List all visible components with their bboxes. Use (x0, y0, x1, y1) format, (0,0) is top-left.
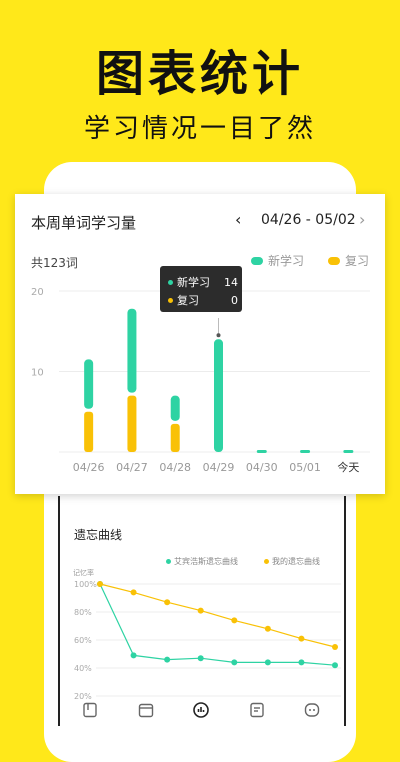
bar-empty[interactable] (343, 450, 354, 453)
calendar-icon[interactable] (138, 702, 154, 718)
tooltip-row-new: 新学习 14 (168, 274, 238, 290)
bar-new[interactable] (84, 359, 94, 409)
y-tick-label: 10 (31, 368, 44, 379)
curve-point (231, 659, 238, 666)
x-tick-label: 04/30 (246, 461, 278, 474)
curve-point (97, 581, 103, 587)
curve-point (130, 589, 137, 596)
curve-y-tick: 80% (74, 608, 92, 617)
curve-point (298, 659, 305, 666)
tooltip-row-review: 复习 0 (168, 292, 238, 308)
x-tick-label: 04/27 (116, 461, 148, 474)
curve-point (164, 599, 171, 606)
book-icon[interactable] (82, 702, 98, 718)
curve-point (298, 635, 305, 642)
bar-new[interactable] (170, 395, 180, 421)
notes-icon[interactable] (249, 702, 265, 718)
stats-icon[interactable] (193, 702, 209, 718)
curve-point (197, 607, 204, 614)
curve-point (197, 655, 204, 662)
profile-icon[interactable] (304, 702, 320, 718)
curve-point (332, 662, 338, 669)
bar-review[interactable] (84, 411, 94, 452)
curve-point (332, 644, 338, 650)
tooltip-anchor-dot (216, 333, 221, 338)
x-tick-label: 04/29 (203, 461, 235, 474)
tooltip-value: 0 (231, 293, 238, 307)
curve-point (130, 652, 137, 659)
bar-empty[interactable] (256, 450, 267, 453)
bar-review[interactable] (170, 423, 180, 452)
curve-point (231, 617, 238, 624)
y-axis-label: 记忆率 (73, 568, 94, 577)
bar-new[interactable] (127, 308, 137, 393)
curve-y-tick: 100% (74, 580, 97, 589)
curve-point (264, 659, 271, 666)
x-tick-label: 05/01 (289, 461, 321, 474)
weekly-bar-chart: 10 20 04/26 04/27 04/28 04/29 04/30 05/01 今天 (31, 287, 370, 474)
bar-new[interactable] (214, 339, 223, 452)
curve-point (164, 656, 171, 663)
curve-y-tick: 60% (74, 636, 92, 645)
tooltip-dot (168, 297, 173, 303)
tooltip-label: 新学习 (177, 276, 210, 289)
weekly-words-card: 本周单词学习量 ‹ 04/26 - 05/02 › 共123词 新学习 复习 1… (15, 194, 385, 494)
y-tick-label: 20 (31, 287, 44, 298)
chart-tooltip: 新学习 14 复习 0 (160, 266, 242, 312)
tab-bar (60, 700, 340, 720)
x-tick-label: 今天 (337, 460, 359, 474)
tooltip-dot (168, 279, 173, 285)
bar-review[interactable] (127, 395, 137, 452)
x-tick-label: 04/26 (73, 461, 105, 474)
tooltip-label: 复习 (177, 294, 199, 307)
bar-empty[interactable] (300, 450, 311, 453)
curve-y-tick: 40% (74, 664, 92, 673)
curve-point (264, 625, 271, 632)
x-tick-label: 04/28 (159, 461, 191, 474)
tooltip-value: 14 (224, 275, 238, 289)
